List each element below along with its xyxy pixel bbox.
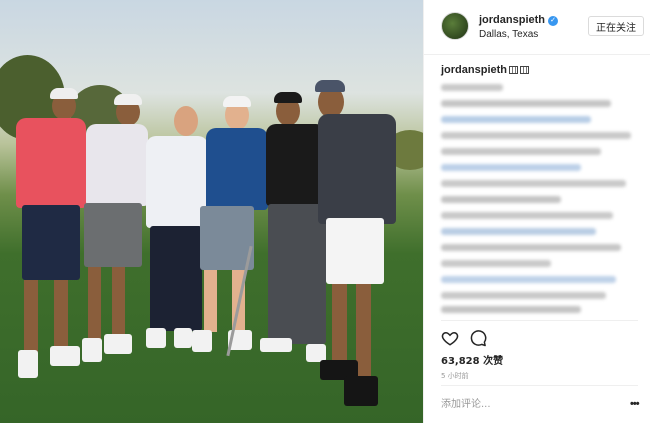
location-link[interactable]: Dallas, Texas: [479, 29, 538, 40]
heart-icon[interactable]: [441, 329, 459, 347]
likes-count[interactable]: 63,828 次赞: [441, 352, 503, 367]
following-button[interactable]: 正在关注: [588, 16, 644, 36]
post-timestamp[interactable]: 5 小时前: [441, 371, 469, 381]
divider: [441, 385, 638, 386]
verified-badge-icon: ✓: [548, 16, 559, 26]
post-header: jordanspieth ✓ Dallas, Texas 正在关注: [424, 0, 650, 55]
header-username[interactable]: jordanspieth ✓: [479, 14, 559, 26]
comment-bubble-icon[interactable]: [469, 329, 487, 347]
post-photo[interactable]: [0, 0, 423, 423]
avatar[interactable]: [441, 12, 469, 40]
comment-input[interactable]: [441, 396, 611, 412]
flag-icon: [509, 66, 519, 74]
post-sidebar: jordanspieth ✓ Dallas, Texas 正在关注 jordans…: [423, 0, 650, 423]
more-options-icon[interactable]: •••: [630, 398, 640, 410]
flag-icon: [520, 66, 530, 74]
caption-username[interactable]: jordanspieth: [441, 64, 530, 76]
divider: [441, 320, 638, 321]
